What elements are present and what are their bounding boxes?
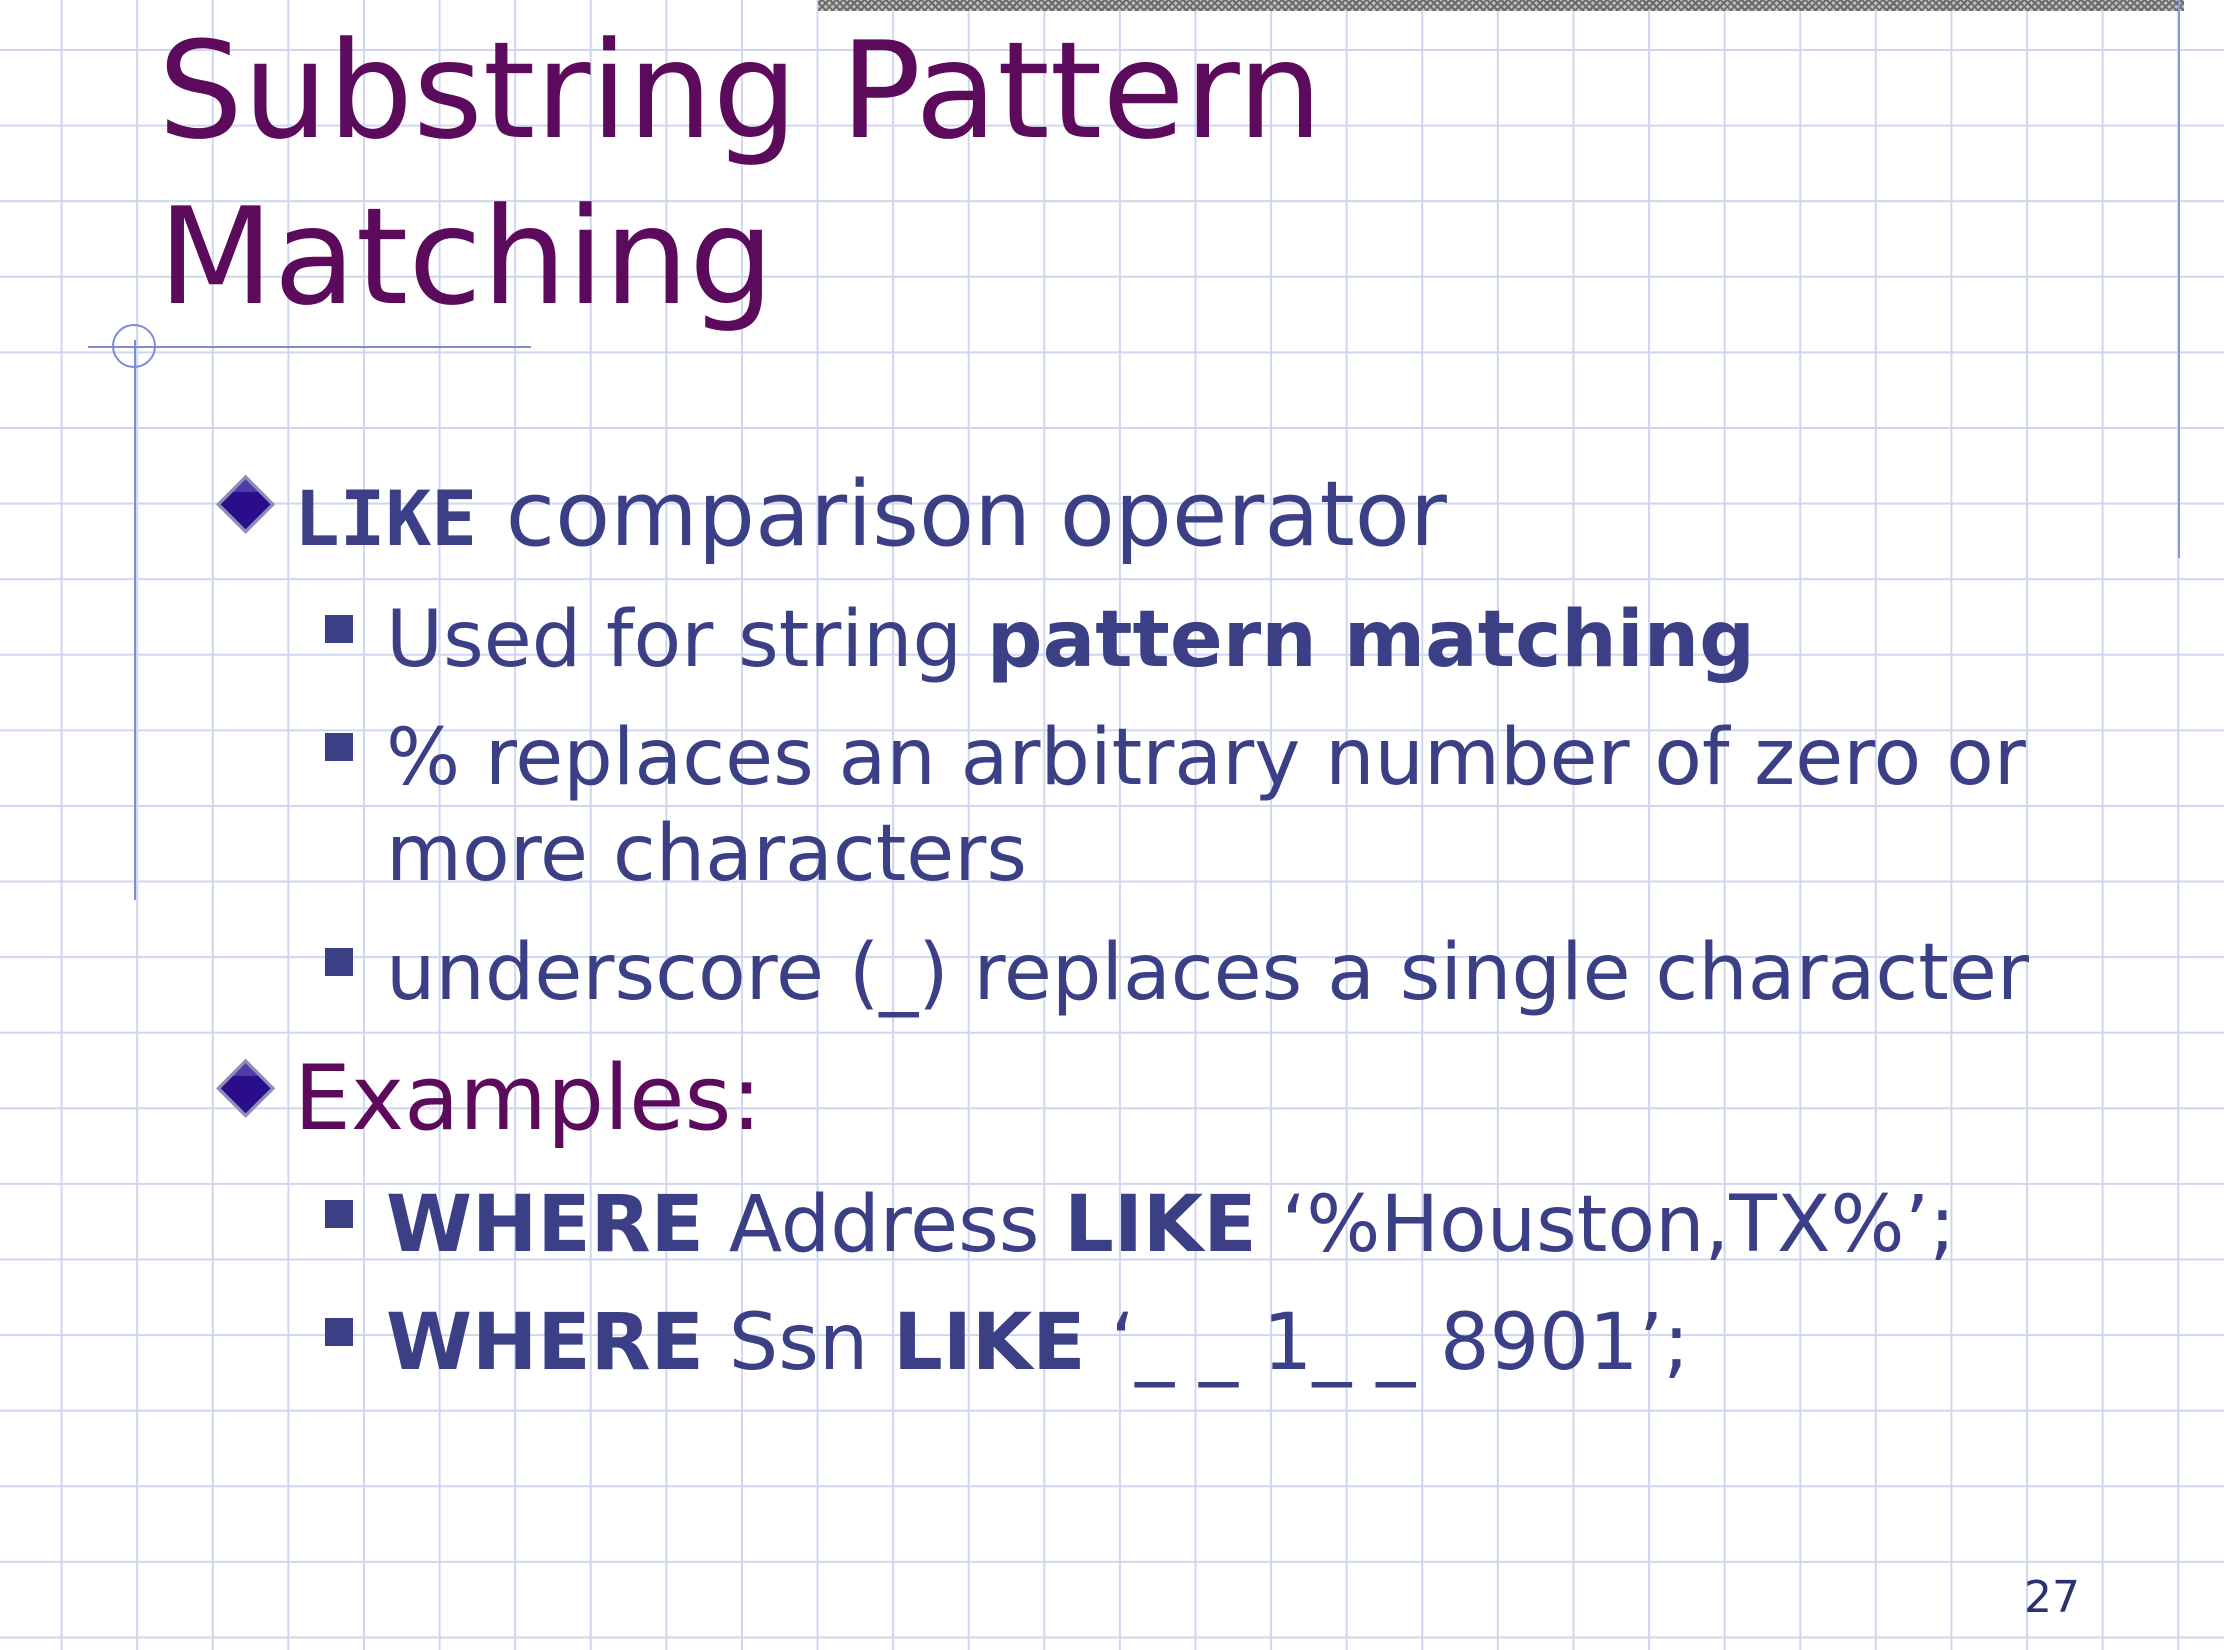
title-line-2: Matching — [158, 179, 775, 335]
page-number: 27 — [2024, 1572, 2080, 1623]
example-1-like: LIKE — [1064, 1180, 1257, 1270]
example-2-where: WHERE — [386, 1298, 704, 1388]
square-bullet-icon — [325, 948, 353, 976]
subbullet-percent-line-2: more characters — [386, 809, 1027, 899]
like-description: comparison operator — [477, 462, 1447, 567]
example-address: WHERE Address LIKE ‘%Houston,TX%’; — [386, 1177, 1956, 1273]
like-keyword: LIKE — [294, 474, 478, 563]
bullet-examples: Examples: — [294, 1046, 762, 1151]
example-1-column: Address — [703, 1180, 1065, 1270]
crosshair-circle-icon — [112, 324, 156, 368]
subbullet-pattern-matching: Used for string pattern matching — [386, 592, 1755, 688]
example-1-pattern: ‘%Houston,TX%’; — [1256, 1180, 1956, 1270]
square-bullet-icon — [325, 1318, 353, 1346]
subbullet-percent-line-1: % replaces an arbitrary number of zero o… — [386, 713, 2026, 803]
subbullet-1-bold: pattern matching — [986, 595, 1755, 685]
example-ssn: WHERE Ssn LIKE ‘_ _ 1_ _ 8901’; — [386, 1295, 1690, 1391]
square-bullet-icon — [325, 733, 353, 761]
subbullet-1-text: Used for string — [386, 595, 987, 685]
example-2-like: LIKE — [893, 1298, 1086, 1388]
bullet-like-operator: LIKE comparison operator — [294, 462, 1447, 572]
square-bullet-icon — [325, 1200, 353, 1228]
example-2-pattern: ‘_ _ 1_ _ 8901’; — [1085, 1298, 1690, 1388]
example-1-where: WHERE — [386, 1180, 704, 1270]
diamond-bullet-icon — [216, 470, 276, 550]
subbullet-underscore: underscore (_) replaces a single charact… — [386, 928, 2029, 1018]
example-2-column: Ssn — [703, 1298, 894, 1388]
square-bullet-icon — [325, 615, 353, 643]
slide-title: Substring Pattern Matching — [158, 8, 1458, 340]
left-vertical-rule — [134, 340, 136, 900]
title-line-1: Substring Pattern — [158, 13, 1323, 169]
slide: Substring Pattern Matching LIKE comparis… — [0, 0, 2224, 1650]
right-vertical-rule — [2178, 0, 2180, 558]
diamond-bullet-icon — [216, 1054, 276, 1134]
